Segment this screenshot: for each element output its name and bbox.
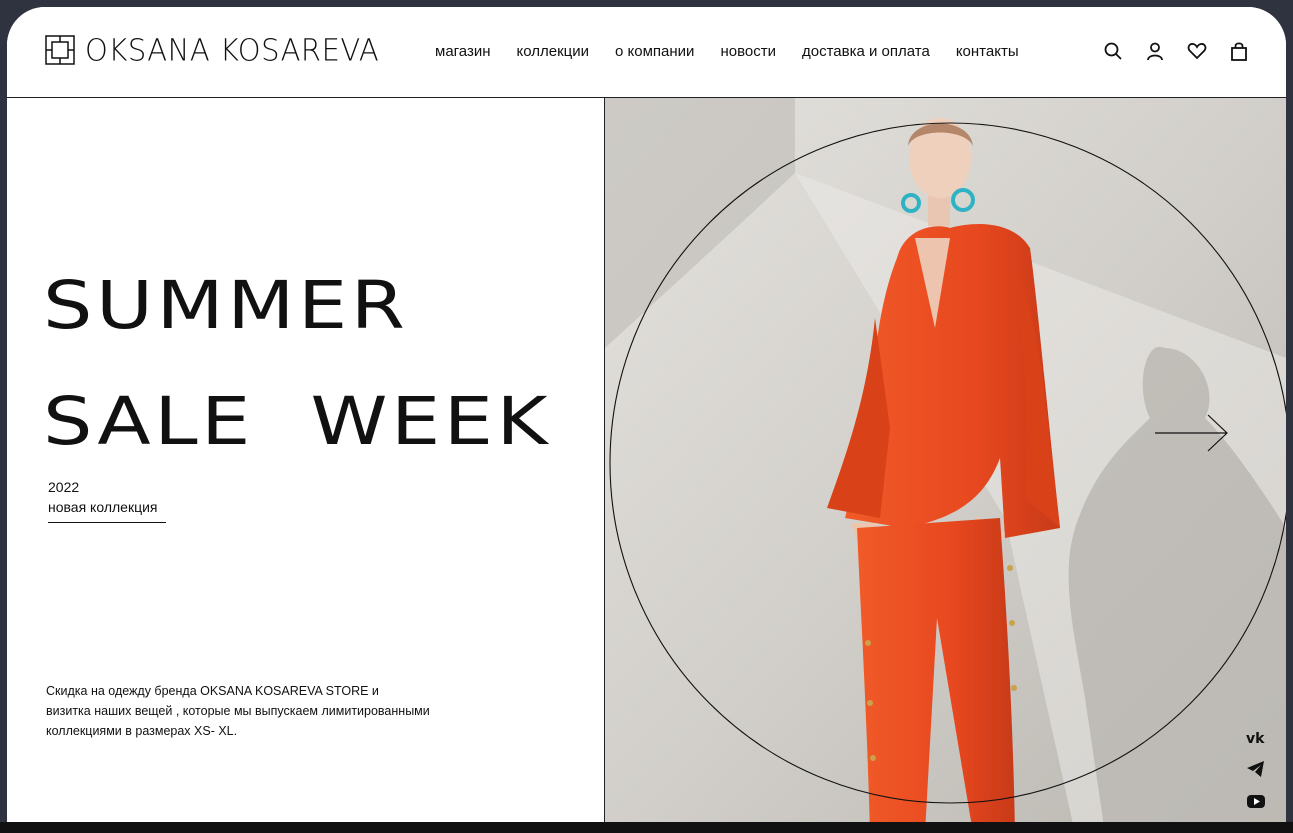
brand-name: OKSANA KOSAREVA <box>85 32 380 68</box>
browser-screen: OKSANA KOSAREVA магазин коллекции о комп… <box>7 7 1286 833</box>
device-frame: OKSANA KOSAREVA магазин коллекции о комп… <box>0 0 1293 833</box>
description-line-3: коллекциями в размерах XS- XL. <box>46 724 238 738</box>
logo-mark-icon <box>45 35 75 65</box>
headline-line-1: SUMMER <box>43 267 409 344</box>
new-collection-link[interactable]: новая коллекция <box>48 499 157 515</box>
main-nav: магазин коллекции о компании новости дос… <box>435 43 1045 60</box>
hero-headline: SUMMER SALE WEEK <box>43 248 551 480</box>
hero-model-image <box>605 98 1286 833</box>
description-line-2: визитка наших вещей , которые мы выпуска… <box>46 704 430 718</box>
user-icon[interactable] <box>1145 41 1165 61</box>
social-links: vk <box>1246 728 1266 810</box>
collection-underline <box>48 522 166 523</box>
nav-item-news[interactable]: новости <box>720 43 776 60</box>
nav-item-collections[interactable]: коллекции <box>517 43 590 60</box>
slider-next-arrow[interactable] <box>1155 413 1231 453</box>
nav-item-delivery[interactable]: доставка и оплата <box>802 43 930 60</box>
hero-image-panel: vk <box>605 98 1286 833</box>
heart-icon[interactable] <box>1187 41 1207 61</box>
collection-year: 2022 <box>48 479 80 495</box>
search-icon[interactable] <box>1103 41 1123 61</box>
nav-item-about[interactable]: о компании <box>615 43 694 60</box>
site-header: OKSANA KOSAREVA магазин коллекции о комп… <box>7 7 1286 98</box>
nav-item-contacts[interactable]: контакты <box>956 43 1019 60</box>
bag-icon[interactable] <box>1229 41 1249 61</box>
youtube-icon[interactable] <box>1246 792 1266 810</box>
nav-item-shop[interactable]: магазин <box>435 43 491 60</box>
hero-text-panel: SUMMER SALE WEEK 2022 новая коллекция Ск… <box>7 98 605 833</box>
bottom-edge <box>0 822 1293 833</box>
telegram-icon[interactable] <box>1246 760 1266 778</box>
vk-icon[interactable]: vk <box>1246 728 1266 747</box>
svg-text:vk: vk <box>1246 731 1265 746</box>
headline-line-2: SALE WEEK <box>43 383 552 460</box>
hero-description: Скидка на одежду бренда OKSANA KOSAREVA … <box>46 681 446 741</box>
header-icons <box>1103 41 1249 61</box>
description-line-1: Скидка на одежду бренда OKSANA KOSAREVA … <box>46 684 379 698</box>
brand-logo[interactable]: OKSANA KOSAREVA <box>45 32 380 68</box>
